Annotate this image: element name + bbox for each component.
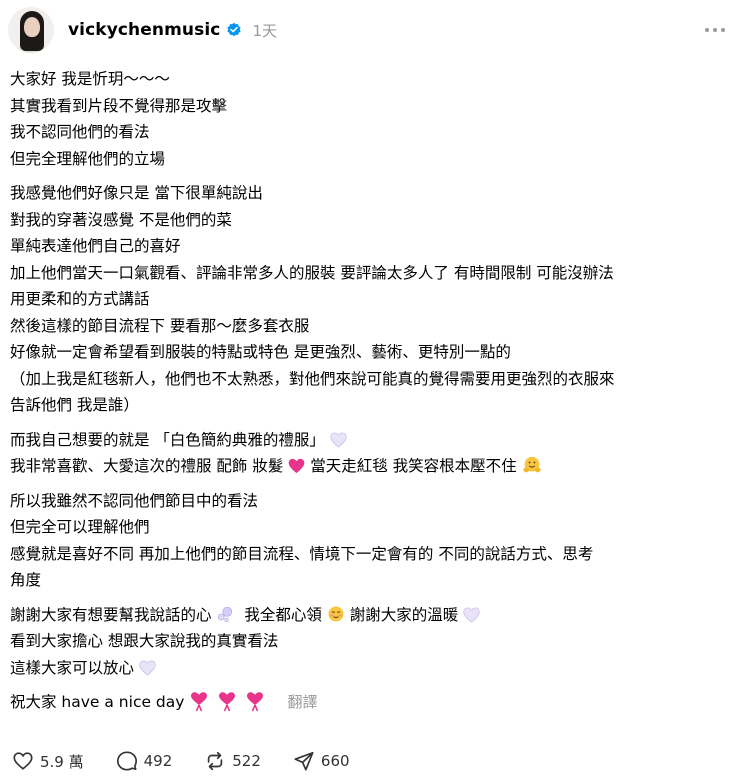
text-line: 對我的穿著沒感覺 不是他們的菜 <box>10 210 232 229</box>
closing-line: 祝大家 have a nice day 翻譯 <box>10 689 740 716</box>
text-span: 而我自己想要的就是 「白色簡約典雅的禮服」 <box>10 430 325 449</box>
text-line: 大家好 我是忻玥～～～ <box>10 70 170 88</box>
relieved-face-icon <box>328 606 344 621</box>
heart-with-ribbon-icon <box>219 692 236 712</box>
text-line: 看到大家擔心 想跟大家說我的真實看法 <box>10 632 279 650</box>
text-line: 我非常喜歡、大愛這次的禮服 配飾 妝髮 當天走紅毯 我笑容根本壓不住 <box>10 453 740 480</box>
paragraph-3: 而我自己想要的就是 「白色簡約典雅的禮服」 我非常喜歡、大愛這次的禮服 配飾 妝… <box>10 427 740 480</box>
like-count: 5.9 萬 <box>40 752 84 771</box>
text-line: 這樣大家可以放心 <box>10 655 740 682</box>
heart-icon <box>13 752 33 770</box>
post-timestamp: 1天 <box>252 21 277 40</box>
avatar[interactable] <box>8 7 54 53</box>
repost-button[interactable]: 522 <box>204 750 261 772</box>
white-heart-icon <box>463 606 480 623</box>
share-count: 660 <box>320 752 350 770</box>
text-span: 謝謝大家有想要幫我說話的心 <box>10 605 212 624</box>
heart-with-ribbon-icon <box>247 692 264 712</box>
text-line: 我不認同他們的看法 <box>10 123 150 141</box>
text-line: 好像就一定會希望看到服裝的特點或特色 是更強烈、藝術、更特別一點的 <box>10 343 511 361</box>
pink-heart-icon <box>289 458 305 474</box>
comment-count: 492 <box>143 752 173 770</box>
paragraph-4: 所以我雖然不認同他們節目中的看法 但完全可以理解他們 感覺就是喜好不同 再加上他… <box>10 488 740 594</box>
comment-icon <box>116 751 137 771</box>
paragraph-2: 我感覺他們好像只是 當下很單純說出 對我的穿著沒感覺 不是他們的菜 單純表達他們… <box>10 180 740 419</box>
thread-post: vickychenmusic 1天 大家好 我是忻玥～～～ 其實我看到片段不覺得… <box>0 0 747 781</box>
translate-link[interactable]: 翻譯 <box>287 689 317 716</box>
text-line: 謝謝大家有想要幫我說話的心 我全都心領 謝謝大家的溫暖 <box>10 602 740 629</box>
share-icon <box>294 751 314 771</box>
text-span: 謝謝大家的溫暖 <box>349 605 459 624</box>
text-line: 單純表達他們自己的喜好 <box>10 237 181 255</box>
comment-button[interactable]: 492 <box>116 750 173 772</box>
repost-icon <box>208 751 223 771</box>
text-line: 然後這樣的節目流程下 要看那～麼多套衣服 <box>10 316 310 335</box>
text-line: 加上他們當天一口氣觀看、評論非常多人的服裝 要評論太多人了 有時間限制 可能沒辦… <box>10 263 614 282</box>
text-line: 但完全可以理解他們 <box>10 518 150 536</box>
white-heart-icon <box>330 431 347 448</box>
post-body: 大家好 我是忻玥～～～ 其實我看到片段不覺得那是攻擊 我不認同他們的看法 但完全… <box>10 66 740 716</box>
text-line: 但完全理解他們的立場 <box>10 149 166 168</box>
hugging-face-icon <box>523 456 541 473</box>
more-options-icon[interactable] <box>705 20 725 40</box>
heart-with-ribbon-icon <box>191 692 208 712</box>
text-span: 我非常喜歡、大愛這次的禮服 配飾 妝髮 <box>10 457 284 475</box>
share-button[interactable]: 660 <box>293 750 350 772</box>
text-line: 角度 <box>10 571 42 589</box>
like-button[interactable]: 5.9 萬 <box>12 750 84 772</box>
text-span: 這樣大家可以放心 <box>10 658 135 677</box>
paragraph-5: 謝謝大家有想要幫我說話的心 我全都心領 謝謝大家的溫暖 看到大家擔心 想跟大家說… <box>10 602 740 682</box>
post-header: vickychenmusic 1天 <box>8 6 747 54</box>
text-line: 我感覺他們好像只是 當下很單純說出 <box>10 184 263 202</box>
text-line: 所以我雖然不認同他們節目中的看法 <box>10 491 259 510</box>
text-line: 用更柔和的方式講話 <box>10 290 150 308</box>
paragraph-1: 大家好 我是忻玥～～～ 其實我看到片段不覺得那是攻擊 我不認同他們的看法 但完全… <box>10 66 740 172</box>
text-line: 其實我看到片段不覺得那是攻擊 <box>10 96 228 115</box>
text-line: 而我自己想要的就是 「白色簡約典雅的禮服」 <box>10 427 740 454</box>
bubbles-icon <box>218 606 233 622</box>
post-actions: 5.9 萬 492 522 660 <box>12 750 382 772</box>
repost-count: 522 <box>232 752 261 770</box>
text-line: （加上我是紅毯新人，他們也不太熟悉，對他們來說可能真的覺得需要用更強烈的衣服來 <box>10 369 615 388</box>
text-line: 告訴他們 我是誰） <box>10 396 139 414</box>
text-span: 我全都心領 <box>244 605 322 624</box>
white-heart-icon <box>139 659 156 676</box>
text-span: 祝大家 have a nice day <box>10 693 185 711</box>
verified-badge-icon <box>227 22 242 37</box>
text-line: 感覺就是喜好不同 再加上他們的節目流程、情境下一定會有的 不同的說話方式、思考 <box>10 544 594 563</box>
text-span: 當天走紅毯 我笑容根本壓不住 <box>310 457 517 475</box>
username[interactable]: vickychenmusic <box>68 20 220 40</box>
